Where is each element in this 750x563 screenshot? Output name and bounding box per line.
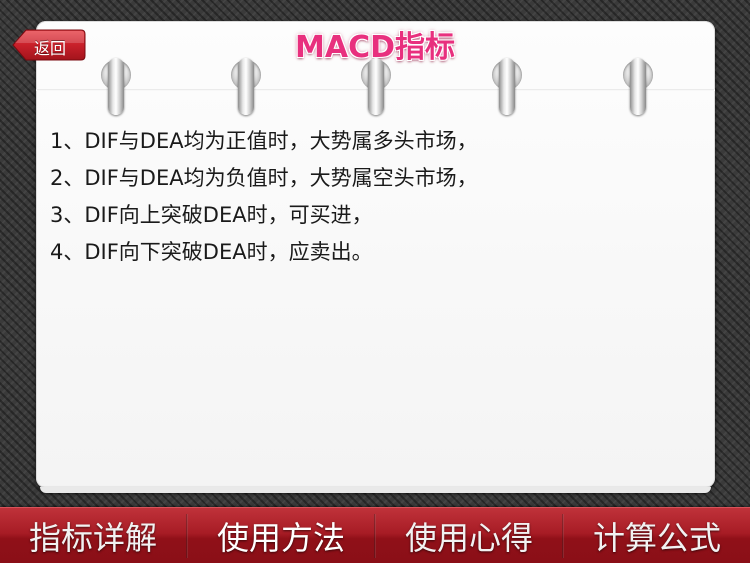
binder-ring-icon [101, 58, 131, 118]
usage-text: 1、DIF与DEA均为正值时，大势属多头市场， 2、DIF与DEA均为负值时，大… [50, 123, 690, 271]
tab-label: 使用心得 [404, 519, 533, 557]
binder-ring-icon [492, 58, 522, 118]
tab-experience[interactable]: 使用心得 [376, 508, 562, 563]
usage-line: 3、DIF向上突破DEA时，可买进， [50, 203, 373, 227]
usage-line: 4、DIF向下突破DEA时，应卖出。 [50, 240, 373, 264]
binder-ring-icon [623, 58, 653, 118]
bottom-tab-bar: 指标详解 使用方法 使用心得 计算公式 [0, 507, 750, 563]
tab-label: 计算公式 [592, 519, 721, 557]
page-bottom [40, 487, 711, 493]
back-button[interactable]: 返回 [12, 28, 86, 62]
back-button-label: 返回 [34, 39, 67, 58]
tab-indicator-details[interactable]: 指标详解 [0, 508, 186, 563]
tab-formula[interactable]: 计算公式 [564, 508, 750, 563]
tab-label: 使用方法 [216, 519, 345, 557]
tab-label: 指标详解 [28, 519, 157, 557]
tab-usage[interactable]: 使用方法 [188, 508, 374, 563]
usage-line: 1、DIF与DEA均为正值时，大势属多头市场， [50, 129, 478, 153]
binder-ring-icon [231, 58, 261, 118]
binder-ring-icon [361, 58, 391, 118]
usage-line: 2、DIF与DEA均为负值时，大势属空头市场， [50, 166, 478, 190]
